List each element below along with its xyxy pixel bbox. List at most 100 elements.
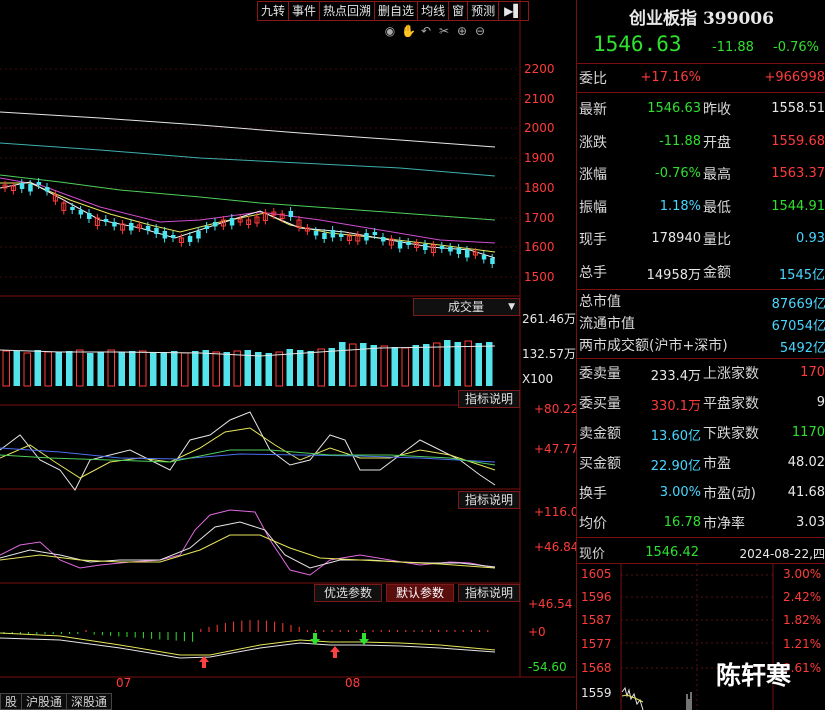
chevron-down-icon: ▼ [508,302,515,312]
price-axis-2000: 2000 [524,121,555,135]
price-axis-1500: 1500 [524,270,555,284]
candle-body [87,213,92,219]
volume-bar [391,347,398,386]
ind2-line-yellow [0,534,496,569]
ind1-line-green [0,449,496,466]
mini-axis-right-0: 3.00% [783,567,822,581]
volume-bar [66,351,73,386]
stats-value2-2: 1170 [791,425,825,440]
ind2-line-magenta [0,509,496,576]
mini-axis-right-1: 2.42% [783,590,822,604]
quote-value-1: -11.88 [659,133,701,149]
volume-axis-unit: X100 [522,372,554,386]
volume-bar [233,350,241,387]
x-axis-label-08: 08 [345,676,361,690]
ind2-help-button[interactable]: 指标说明 [458,491,520,509]
mini-axis-left-4: 1568 [581,661,612,675]
volume-bar [181,352,189,387]
mini-axis-left-0: 1605 [581,567,612,581]
stats-value2-5: 3.03 [796,515,825,530]
quote-value-2: -0.76% [655,166,701,181]
stats-value2-4: 41.68 [787,485,825,500]
volume-bar [202,350,209,386]
stats-label-0: 委卖量 [579,366,621,382]
stats-value-2: 13.60亿 [650,429,701,444]
market-value-2: 5492亿 [779,341,825,356]
volume-bar [76,349,84,387]
volume-bar [412,345,419,386]
default-params-button[interactable]: 默认参数 [386,584,454,602]
candle-body [204,226,210,229]
tab-shenzhen-connect[interactable]: 深股通 [67,693,113,710]
ind1-help-button[interactable]: 指标说明 [458,390,520,408]
price-change: -11.88 [712,40,754,55]
stats-value2-0: 170 [800,365,825,380]
candle-body [154,228,159,234]
ind3-axis-bottom: -54.60 [528,660,567,674]
price-axis-1600: 1600 [524,240,555,254]
tab-stock[interactable]: 股 [0,693,23,710]
candle-body [313,231,319,236]
stats-value-0: 233.4万 [650,369,701,384]
volume-bar [118,352,125,386]
stats-value-4: 3.00% [659,485,701,500]
buy-arrow-icon [330,646,340,658]
price-axis-1900: 1900 [524,151,555,165]
candle-body [481,255,487,260]
quote-date: 2024-08-22,四 [739,547,825,561]
candle-body [196,231,201,239]
stats-label-5: 均价 [579,516,607,532]
ind1-line-white [0,411,496,491]
ind1-axis-mid: +47.77 [534,442,579,456]
volume-bar [97,352,104,386]
volume-bar [486,342,493,386]
volume-bar [464,340,472,387]
candle-body [45,187,50,192]
volume-bar [307,351,314,386]
stats-label2-5: 市净率 [703,516,745,532]
quote-value-3: 1.18% [659,198,701,214]
sell-arrow-icon [359,633,369,645]
current-price: 1546.63 [593,32,682,56]
volume-bar [223,352,230,386]
stats-label2-1: 平盘家数 [703,396,759,412]
market-label-0: 总市值 [579,294,621,310]
quote-label2-3: 最低 [703,199,731,216]
candle-body [439,246,445,249]
volume-bar [423,344,430,386]
quote-value2-2: 1563.37 [771,166,825,181]
candle-body [339,234,344,237]
price-axis-2200: 2200 [524,62,555,76]
quote-label2-0: 昨收 [703,102,731,118]
volume-bar [150,352,157,386]
volume-bar [2,350,10,387]
candle-body [103,219,109,222]
kline-panel: 九转 事件 热点回溯 删自选 均线 窗 预测 ▶▌ ◉ ✋ ↶ ✂ ⊕ ⊖ 22… [0,0,579,710]
volume-bar [433,342,441,387]
ind3-axis-top: +46.54 [528,597,573,611]
index-title: 创业板指 399006 [629,9,774,29]
candle-body [364,233,369,241]
quote-label-0: 最新 [579,102,607,118]
stats-value-1: 330.1万 [650,399,701,414]
candle-body [70,207,75,210]
stats-value2-1: 9 [816,395,825,410]
stats-label2-4: 市盈(动) [703,486,756,502]
market-label-1: 流通市值 [579,316,635,332]
candle-body [36,182,42,185]
candle-body [171,235,176,238]
ind3-help-button[interactable]: 指标说明 [458,584,520,602]
volume-bar [23,352,31,387]
mini-axis-right-3: 1.21% [783,637,822,651]
chart-area[interactable] [0,0,575,710]
optimal-params-button[interactable]: 优选参数 [314,584,382,602]
ind1-axis-top: +80.22 [534,402,579,416]
candle-body [465,250,470,258]
tab-shanghai-connect[interactable]: 沪股通 [22,693,68,710]
candle-body [187,236,193,242]
candle-body [78,210,84,215]
volume-bar [192,351,199,386]
weibi-pct: +17.16% [640,70,701,85]
volume-indicator-select[interactable]: 成交量 ▼ [413,298,520,316]
quote-label2-2: 最高 [703,167,731,183]
